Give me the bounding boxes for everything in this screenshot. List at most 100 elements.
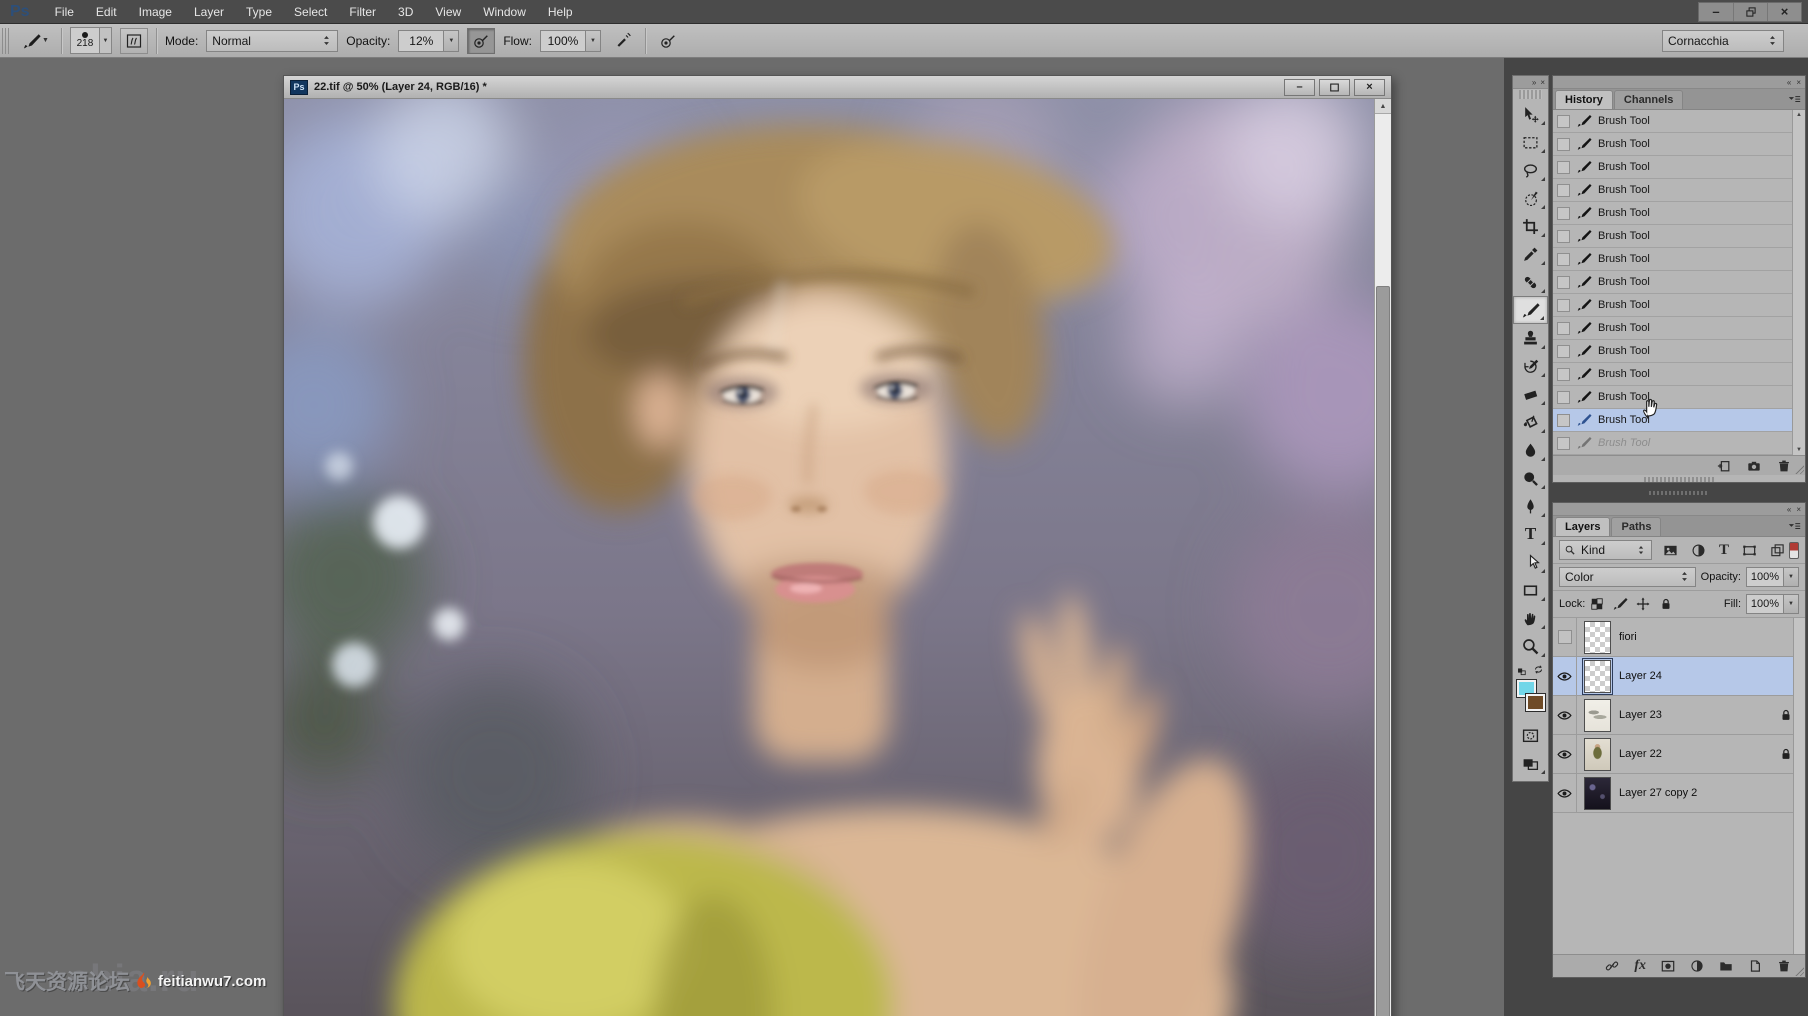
- history-source-well[interactable]: [1557, 390, 1570, 404]
- history-entry[interactable]: Brush Tool: [1553, 409, 1805, 432]
- eraser-tool[interactable]: [1513, 380, 1548, 408]
- collapse-panel-icon[interactable]: «: [1787, 78, 1791, 87]
- hand-tool[interactable]: [1513, 604, 1548, 632]
- history-entry[interactable]: Brush Tool: [1553, 363, 1805, 386]
- Layer 27 copy 2[interactable]: Layer 27 copy 2: [1553, 774, 1805, 813]
- resize-grip[interactable]: [1794, 966, 1804, 976]
- layer-opacity-dropdown[interactable]: ▼: [1784, 567, 1799, 587]
- fiori[interactable]: fiori: [1553, 618, 1805, 657]
- layer-name[interactable]: fiori: [1619, 631, 1637, 643]
- scroll-up-icon[interactable]: ▲: [1796, 112, 1802, 118]
- history-entry[interactable]: Brush Tool: [1553, 248, 1805, 271]
- lock-transparent-pixels-button[interactable]: [1590, 597, 1604, 611]
- blend-mode-select[interactable]: Normal: [206, 29, 339, 52]
- menu-item[interactable]: Help: [537, 0, 584, 24]
- menu-item[interactable]: View: [424, 0, 472, 24]
- tools-panel-grip[interactable]: [1519, 90, 1542, 99]
- close-icon[interactable]: ×: [1540, 78, 1545, 87]
- crop-tool[interactable]: [1513, 212, 1548, 240]
- background-color-swatch[interactable]: [1525, 693, 1546, 712]
- add-layer-mask-button[interactable]: [1661, 958, 1675, 974]
- eyedropper-tool[interactable]: [1513, 240, 1548, 268]
- layer-visibility-toggle[interactable]: [1553, 696, 1577, 734]
- panel-drag-handle[interactable]: [1644, 477, 1714, 482]
- history-source-well[interactable]: [1557, 229, 1570, 243]
- toggle-brush-panel-button[interactable]: [119, 27, 148, 54]
- layer-name[interactable]: Layer 23: [1619, 709, 1662, 721]
- filter-pixel-layers-button[interactable]: [1663, 543, 1678, 558]
- history-source-well[interactable]: [1557, 137, 1570, 151]
- layer-visibility-toggle[interactable]: [1553, 618, 1577, 656]
- history-source-well[interactable]: [1557, 344, 1570, 358]
- history-entry[interactable]: Brush Tool: [1553, 179, 1805, 202]
- scrollbar-thumb[interactable]: [1376, 286, 1390, 1016]
- link-layers-button[interactable]: [1605, 958, 1619, 974]
- history-entry[interactable]: Brush Tool: [1553, 271, 1805, 294]
- layer-opacity-value[interactable]: 100%: [1746, 567, 1784, 587]
- quick-mask-button[interactable]: [1513, 721, 1548, 749]
- doc-close-button[interactable]: ×: [1354, 78, 1385, 96]
- layers-scrollbar[interactable]: [1793, 618, 1805, 954]
- document-titlebar[interactable]: Ps 22.tif @ 50% (Layer 24, RGB/16) * – ×: [284, 76, 1391, 99]
- layer-thumbnail[interactable]: [1584, 737, 1611, 771]
- close-icon[interactable]: ×: [1796, 505, 1801, 514]
- lock-all-button[interactable]: [1659, 597, 1673, 611]
- history-entry[interactable]: Brush Tool: [1553, 340, 1805, 363]
- lock-position-button[interactable]: [1636, 597, 1650, 611]
- panel-gutter[interactable]: [1552, 483, 1806, 502]
- brush-preset-dropdown[interactable]: ▼: [99, 27, 112, 54]
- zoom-tool[interactable]: [1513, 632, 1548, 660]
- brush-preset-picker[interactable]: 218: [69, 27, 100, 54]
- doc-minimize-button[interactable]: –: [1284, 78, 1315, 96]
- history-entry[interactable]: Brush Tool: [1553, 225, 1805, 248]
- menu-item[interactable]: File: [44, 0, 85, 24]
- Layer 23[interactable]: Layer 23: [1553, 696, 1805, 735]
- menu-item[interactable]: Image: [128, 0, 183, 24]
- dodge-tool[interactable]: [1513, 464, 1548, 492]
- layer-thumbnail[interactable]: [1582, 657, 1613, 695]
- menu-item[interactable]: Type: [235, 0, 283, 24]
- path-selection-tool[interactable]: [1513, 548, 1548, 576]
- rectangular-marquee-tool[interactable]: [1513, 128, 1548, 156]
- swap-colors-icon[interactable]: [1533, 662, 1544, 676]
- layer-filter-select[interactable]: Kind: [1559, 540, 1652, 560]
- fill-value[interactable]: 100%: [1746, 594, 1784, 614]
- new-layer-button[interactable]: [1748, 958, 1762, 974]
- tab-layers[interactable]: Layers: [1555, 517, 1611, 536]
- minimize-button[interactable]: –: [1699, 3, 1733, 21]
- history-source-well[interactable]: [1557, 321, 1570, 335]
- layer-blend-mode-select[interactable]: Color: [1559, 567, 1696, 587]
- default-colors-icon[interactable]: [1517, 662, 1528, 676]
- flow-value[interactable]: 100%: [539, 29, 586, 52]
- pressure-opacity-button[interactable]: [467, 27, 496, 54]
- menu-item[interactable]: 3D: [387, 0, 424, 24]
- layer-visibility-toggle[interactable]: [1553, 774, 1577, 812]
- filter-shape-layers-button[interactable]: [1742, 543, 1757, 558]
- opacity-value[interactable]: 12%: [398, 29, 445, 52]
- scroll-down-icon[interactable]: ▼: [1796, 447, 1802, 453]
- history-source-well[interactable]: [1557, 206, 1570, 220]
- history-entry[interactable]: Brush Tool: [1553, 202, 1805, 225]
- history-entry[interactable]: Brush Tool: [1553, 110, 1805, 133]
- lasso-tool[interactable]: [1513, 156, 1548, 184]
- layer-name[interactable]: Layer 27 copy 2: [1619, 787, 1697, 799]
- menu-item[interactable]: Layer: [183, 0, 235, 24]
- collapse-panel-icon[interactable]: «: [1787, 505, 1791, 514]
- history-source-well[interactable]: [1557, 413, 1570, 427]
- layer-thumbnail[interactable]: [1584, 620, 1611, 654]
- Layer 22[interactable]: Layer 22: [1553, 735, 1805, 774]
- history-scrollbar[interactable]: ▲ ▼: [1792, 110, 1805, 455]
- delete-state-button[interactable]: [1777, 459, 1791, 473]
- layer-thumbnail[interactable]: [1584, 776, 1611, 810]
- panel-menu-icon[interactable]: [1788, 518, 1801, 533]
- layer-style-button[interactable]: fx: [1634, 958, 1646, 974]
- clone-stamp-tool[interactable]: [1513, 324, 1548, 352]
- layer-visibility-toggle[interactable]: [1553, 735, 1577, 773]
- move-tool[interactable]: [1513, 100, 1548, 128]
- tab-paths[interactable]: Paths: [1611, 517, 1662, 536]
- layer-thumbnail[interactable]: [1584, 698, 1611, 732]
- expand-panel-icon[interactable]: »: [1532, 78, 1536, 87]
- type-tool[interactable]: T: [1513, 520, 1548, 548]
- shape-tool[interactable]: [1513, 576, 1548, 604]
- new-snapshot-button[interactable]: [1747, 459, 1761, 473]
